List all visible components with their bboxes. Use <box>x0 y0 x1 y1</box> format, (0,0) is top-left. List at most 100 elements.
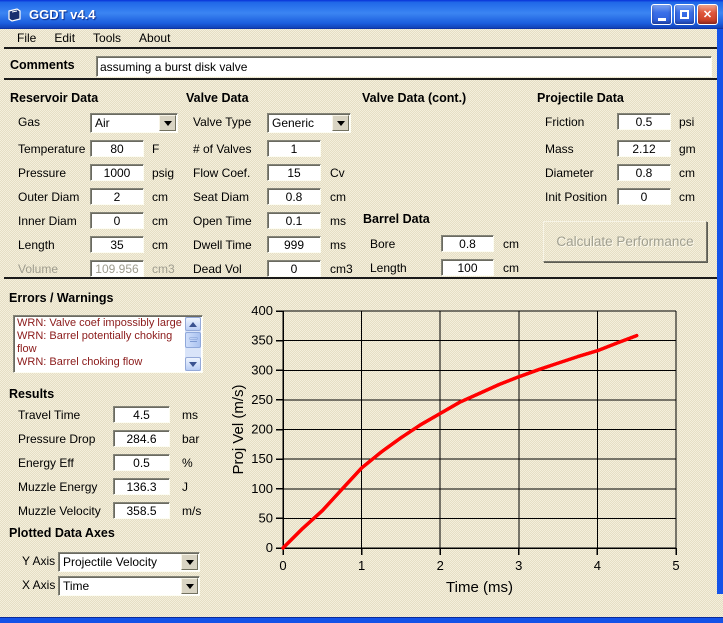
dwell-time-field[interactable] <box>268 237 320 252</box>
travel-time-field <box>114 407 169 422</box>
pressure-label: Pressure <box>18 166 66 181</box>
errors-scrollbar[interactable] <box>185 317 201 371</box>
init-position-field[interactable] <box>618 189 670 204</box>
travel-time-label: Travel Time <box>18 408 80 423</box>
outer-diam-unit: cm <box>152 190 168 205</box>
svg-text:2: 2 <box>437 558 444 573</box>
diameter-field[interactable] <box>618 165 670 180</box>
dropdown-arrow-icon[interactable] <box>181 578 198 594</box>
scroll-thumb[interactable] <box>185 332 201 348</box>
volume-field <box>91 261 143 276</box>
pressure-drop-label: Pressure Drop <box>18 432 95 447</box>
menu-item-about[interactable]: About <box>130 29 179 47</box>
valve-cont-header: Valve Data (cont.) <box>362 91 466 105</box>
svg-text:250: 250 <box>251 392 273 407</box>
inner-diam-field[interactable] <box>91 213 143 228</box>
mass-label: Mass <box>545 142 574 157</box>
seat-diam-unit: cm <box>330 190 346 205</box>
volume-label: Volume <box>18 262 58 277</box>
reservoir-length-label: Length <box>18 238 55 253</box>
svg-text:300: 300 <box>251 362 273 377</box>
num-valves-field[interactable] <box>268 141 320 156</box>
pressure-drop-field <box>114 431 169 446</box>
scroll-up-button[interactable] <box>185 317 201 331</box>
svg-text:0: 0 <box>279 558 286 573</box>
y-axis-label: Y Axis <box>22 554 55 569</box>
error-line: WRN: Barrel potentially choking flow <box>17 330 185 356</box>
window-frame-bottom <box>0 617 723 623</box>
bore-unit: cm <box>503 237 519 252</box>
dropdown-arrow-icon[interactable] <box>181 554 198 570</box>
barrel-length-field[interactable] <box>442 260 493 275</box>
energy-eff-unit: % <box>182 456 193 471</box>
chart: 012345050100150200250300350400Time (ms)P… <box>230 288 717 614</box>
friction-unit: psi <box>679 115 694 130</box>
dwell-time-unit: ms <box>330 238 346 253</box>
seat-diam-field[interactable] <box>268 189 320 204</box>
diameter-label: Diameter <box>545 166 594 181</box>
plotted-axes-header: Plotted Data Axes <box>9 526 115 540</box>
inner-diam-label: Inner Diam <box>18 214 77 229</box>
valve-type-label: Valve Type <box>193 115 251 130</box>
energy-eff-label: Energy Eff <box>18 456 74 471</box>
svg-text:1: 1 <box>358 558 365 573</box>
comments-input[interactable] <box>97 57 711 76</box>
svg-text:Time (ms): Time (ms) <box>446 579 513 596</box>
section-divider <box>4 277 717 279</box>
comments-input-wrap <box>96 56 712 77</box>
window-frame-right <box>717 0 723 594</box>
dead-vol-field[interactable] <box>268 261 320 276</box>
friction-field[interactable] <box>618 114 670 129</box>
svg-text:50: 50 <box>259 510 273 525</box>
gas-dropdown[interactable]: Air <box>90 113 178 133</box>
menu-item-edit[interactable]: Edit <box>45 29 84 47</box>
mass-field[interactable] <box>618 141 670 156</box>
muzzle-velocity-unit: m/s <box>182 504 201 519</box>
gas-value: Air <box>91 115 159 131</box>
menu-item-tools[interactable]: Tools <box>84 29 130 47</box>
bore-label: Bore <box>370 237 395 252</box>
valve-header: Valve Data <box>186 91 249 105</box>
dropdown-arrow-icon[interactable] <box>159 115 176 131</box>
y-axis-dropdown[interactable]: Projectile Velocity <box>58 552 200 572</box>
pressure-field[interactable] <box>91 165 143 180</box>
valve-type-dropdown[interactable]: Generic <box>267 113 351 133</box>
travel-time-unit: ms <box>182 408 198 423</box>
muzzle-velocity-field <box>114 503 169 518</box>
scroll-down-button[interactable] <box>185 357 201 371</box>
window-title: GGDT v4.4 <box>29 7 95 22</box>
flow-coef-unit: Cv <box>330 166 345 181</box>
x-axis-dropdown[interactable]: Time <box>58 576 200 596</box>
maximize-button[interactable] <box>674 4 695 25</box>
menu-item-file[interactable]: File <box>8 29 45 47</box>
outer-diam-field[interactable] <box>91 189 143 204</box>
muzzle-energy-unit: J <box>182 480 188 495</box>
close-button[interactable]: ✕ <box>697 4 718 25</box>
svg-text:4: 4 <box>594 558 601 573</box>
bore-field[interactable] <box>442 236 493 251</box>
errors-listbox[interactable]: WRN: Valve coef impossibly large WRN: Ba… <box>13 315 203 373</box>
minimize-button[interactable] <box>651 4 672 25</box>
app-icon <box>7 7 23 23</box>
init-position-label: Init Position <box>545 190 607 205</box>
volume-unit: cm3 <box>152 262 175 277</box>
num-valves-label: # of Valves <box>193 142 251 157</box>
svg-text:0: 0 <box>266 540 273 555</box>
open-time-field[interactable] <box>268 213 320 228</box>
flow-coef-field[interactable] <box>268 165 320 180</box>
dead-vol-unit: cm3 <box>330 262 353 277</box>
temperature-field[interactable] <box>91 141 143 156</box>
temperature-label: Temperature <box>18 142 85 157</box>
calculate-performance-button[interactable]: Calculate Performance <box>543 221 707 262</box>
dropdown-arrow-icon[interactable] <box>332 115 349 131</box>
reservoir-length-field[interactable] <box>91 237 143 252</box>
app-window: GGDT v4.4 ✕ File Edit Tools About Commen… <box>0 0 723 623</box>
pressure-unit: psig <box>152 166 174 181</box>
svg-text:100: 100 <box>251 481 273 496</box>
muzzle-energy-label: Muzzle Energy <box>18 480 97 495</box>
svg-text:150: 150 <box>251 451 273 466</box>
valve-type-value: Generic <box>268 115 332 131</box>
errors-lines: WRN: Valve coef impossibly large WRN: Ba… <box>17 317 185 369</box>
svg-text:5: 5 <box>672 558 679 573</box>
barrel-length-label: Length <box>370 261 407 276</box>
